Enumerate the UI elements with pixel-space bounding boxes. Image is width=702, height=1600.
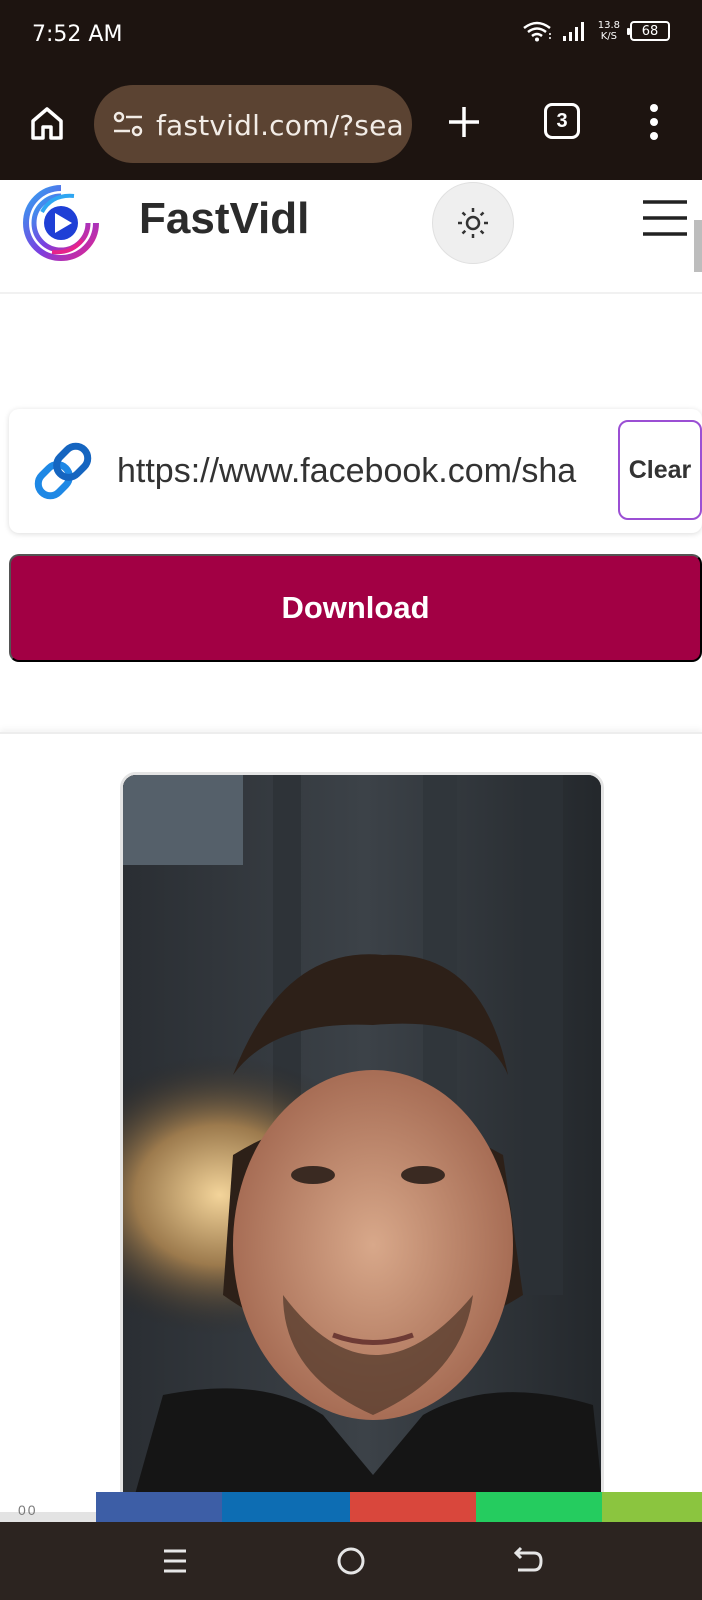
status-icons: 13.8 K/S 68	[522, 20, 670, 42]
video-thumbnail[interactable]	[120, 772, 604, 1534]
share-facebook-button[interactable]	[96, 1492, 222, 1522]
status-time: 7:52 AM	[32, 22, 123, 47]
home-icon[interactable]	[28, 104, 66, 142]
signal-icon	[562, 22, 584, 41]
video-url-input[interactable]: https://www.facebook.com/sha	[117, 441, 619, 501]
browser-toolbar: fastvidl.com/?sea 3	[0, 72, 702, 180]
hamburger-menu-icon[interactable]	[641, 198, 689, 238]
footer-fragment-text: 00	[18, 1502, 38, 1518]
video-url-form: https://www.facebook.com/sha Clear	[9, 409, 702, 533]
share-whatsapp-button[interactable]	[476, 1492, 602, 1522]
back-icon[interactable]	[510, 1544, 544, 1578]
more-vertical-icon[interactable]	[644, 102, 664, 142]
brand-name: FastVidl	[139, 194, 310, 243]
battery-indicator: 68	[627, 21, 670, 41]
theme-toggle-button[interactable]	[432, 182, 514, 264]
site-settings-icon[interactable]	[112, 110, 144, 138]
address-bar[interactable]: fastvidl.com/?sea	[94, 85, 412, 163]
home-circle-icon[interactable]	[334, 1544, 368, 1578]
share-twitter-button[interactable]	[222, 1492, 350, 1522]
link-icon	[34, 442, 92, 500]
network-speed: 13.8 K/S	[598, 20, 620, 42]
plus-icon[interactable]	[446, 104, 482, 140]
network-speed-unit: K/S	[600, 31, 617, 42]
share-buttons-strip	[96, 1492, 702, 1522]
footer-fragment	[0, 1512, 96, 1522]
network-speed-value: 13.8	[597, 20, 620, 31]
recent-apps-icon[interactable]	[158, 1544, 192, 1578]
status-bar: 7:52 AM 13.8 K/S 68	[0, 0, 702, 72]
tab-switcher-button[interactable]: 3	[544, 103, 580, 139]
address-bar-url[interactable]: fastvidl.com/?sea	[156, 109, 402, 142]
system-nav-bar	[0, 1522, 702, 1600]
video-thumbnail-image	[123, 775, 601, 1531]
site-header: FastVidl	[0, 180, 702, 294]
phone-screen: 7:52 AM 13.8 K/S 68 fastvidl.com/?sea 3 …	[0, 0, 702, 1600]
scrollbar[interactable]	[694, 220, 702, 272]
clear-button[interactable]: Clear	[618, 420, 702, 520]
share-more-button[interactable]	[602, 1492, 702, 1522]
wifi-icon	[522, 21, 551, 42]
share-pinterest-button[interactable]	[350, 1492, 476, 1522]
fastvidl-logo-icon[interactable]	[22, 184, 100, 262]
download-button[interactable]: Download	[9, 554, 702, 662]
sun-icon	[458, 208, 488, 238]
result-section	[0, 732, 702, 1534]
